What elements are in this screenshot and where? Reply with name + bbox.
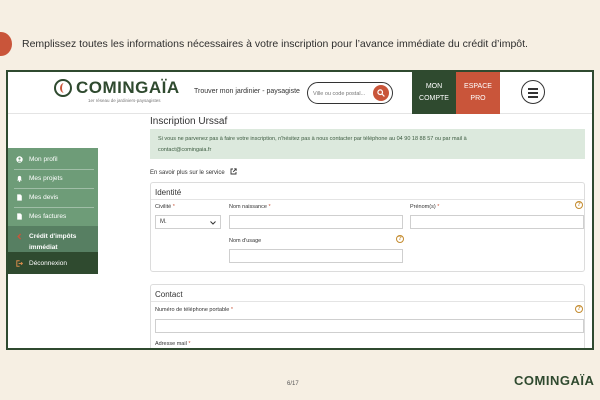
phone-label-text: Numéro de téléphone portable [155,307,230,313]
search-button[interactable] [373,85,389,101]
civility-label-text: Civilité [155,204,172,210]
sidebar-item-invoices[interactable]: Mes factures [8,207,98,225]
alert-email[interactable]: contact@comingaia.fr [158,145,577,156]
menu-bar-icon [528,92,538,94]
first-name-label: Prénom(s) * [410,204,439,210]
info-alert: Si vous ne parvenez pas à faire votre in… [150,129,585,159]
bell-icon [17,175,22,182]
birth-name-field[interactable] [229,215,403,229]
civility-select[interactable]: M. [155,215,221,229]
pro-space-label-2: PRO [470,95,486,102]
identity-section: Identité Civilité * M. Nom naissance * P… [150,182,585,272]
sidebar-item-quotes[interactable]: Mes devis [8,188,98,206]
sidebar-item-projects[interactable]: Mes projets [8,169,98,187]
section-divider [151,199,584,200]
required-mark: * [437,204,440,210]
document-icon [17,193,22,201]
pro-space-button[interactable]: ESPACE PRO [456,72,500,114]
learn-more-link[interactable]: En savoir plus sur le service [150,168,238,176]
learn-more-label: En savoir plus sur le service [150,170,225,176]
search-input[interactable] [313,87,371,100]
instruction-text: Remplissez toutes les informations néces… [22,38,528,50]
contact-section: Contact Numéro de téléphone portable * ?… [150,284,585,348]
phone-label: Numéro de téléphone portable * [155,307,233,313]
logo-tagline: 1er réseau de jardiniers-paysagistes [88,98,161,103]
sidebar-item-label: Crédit d'impôts immédiat [29,233,77,251]
hamburger-menu-button[interactable] [521,80,545,104]
usage-name-field[interactable] [229,249,403,263]
logout-button[interactable]: Déconnexion [8,252,98,274]
menu-bar-icon [528,96,538,98]
my-account-button[interactable]: MON COMPTE [412,72,456,114]
browser-frame: COMINGAÏA 1er réseau de jardiniers-paysa… [6,70,594,350]
site-header: COMINGAÏA 1er réseau de jardiniers-paysa… [8,72,592,114]
page-title: Inscription Urssaf [150,116,228,127]
leaf-logo-icon [54,79,72,97]
help-icon[interactable]: ? [575,201,583,209]
menu-bar-icon [528,88,538,90]
required-mark: * [268,204,271,210]
search-box [307,82,393,104]
logo-text: COMINGAÏA [76,78,180,97]
usage-name-label: Nom d'usage [229,238,261,244]
email-label-text: Adresse mail [155,341,187,347]
sidebar-item-profile[interactable]: Mon profil [8,150,98,168]
sidebar-item-label: Mes projets [29,174,63,182]
chevron-down-icon [210,221,216,225]
logout-label: Déconnexion [29,259,67,267]
step-marker [0,32,12,56]
document-icon [17,212,22,220]
civility-value: M. [160,219,167,225]
user-icon [16,155,23,163]
external-link-icon [230,168,238,175]
chevron-left-icon [17,233,22,240]
contact-title: Contact [155,290,183,299]
first-name-label-text: Prénom(s) [410,204,436,210]
birth-name-label: Nom naissance * [229,204,271,210]
civility-label: Civilité * [155,204,175,210]
find-gardener-link[interactable]: Trouver mon jardinier - paysagiste [194,88,300,95]
my-account-label-1: MON [425,83,443,90]
phone-field[interactable] [155,319,584,333]
identity-title: Identité [155,188,182,197]
page-number: 6/17 [287,381,299,387]
logout-icon [16,259,23,267]
site-logo[interactable]: COMINGAÏA [54,78,180,98]
alert-text: Si vous ne parvenez pas à faire votre in… [158,136,467,142]
pro-space-label-1: ESPACE [464,83,492,90]
required-mark: * [172,204,175,210]
section-divider [151,301,584,302]
search-icon [377,89,385,97]
help-icon[interactable]: ? [396,235,404,243]
birth-name-label-text: Nom naissance [229,204,267,210]
required-mark: * [188,341,191,347]
usage-name-label-text: Nom d'usage [229,238,262,244]
sidebar-item-label: Mon profil [29,155,58,163]
help-icon[interactable]: ? [575,305,583,313]
email-label: Adresse mail * [155,341,190,347]
required-mark: * [230,307,233,313]
footer-logo: COMINGAÏA [514,373,595,388]
my-account-label-2: COMPTE [419,95,449,102]
first-name-field[interactable] [410,215,584,229]
sidebar-item-label: Mes devis [29,193,59,201]
sidebar-item-label: Mes factures [29,212,67,220]
